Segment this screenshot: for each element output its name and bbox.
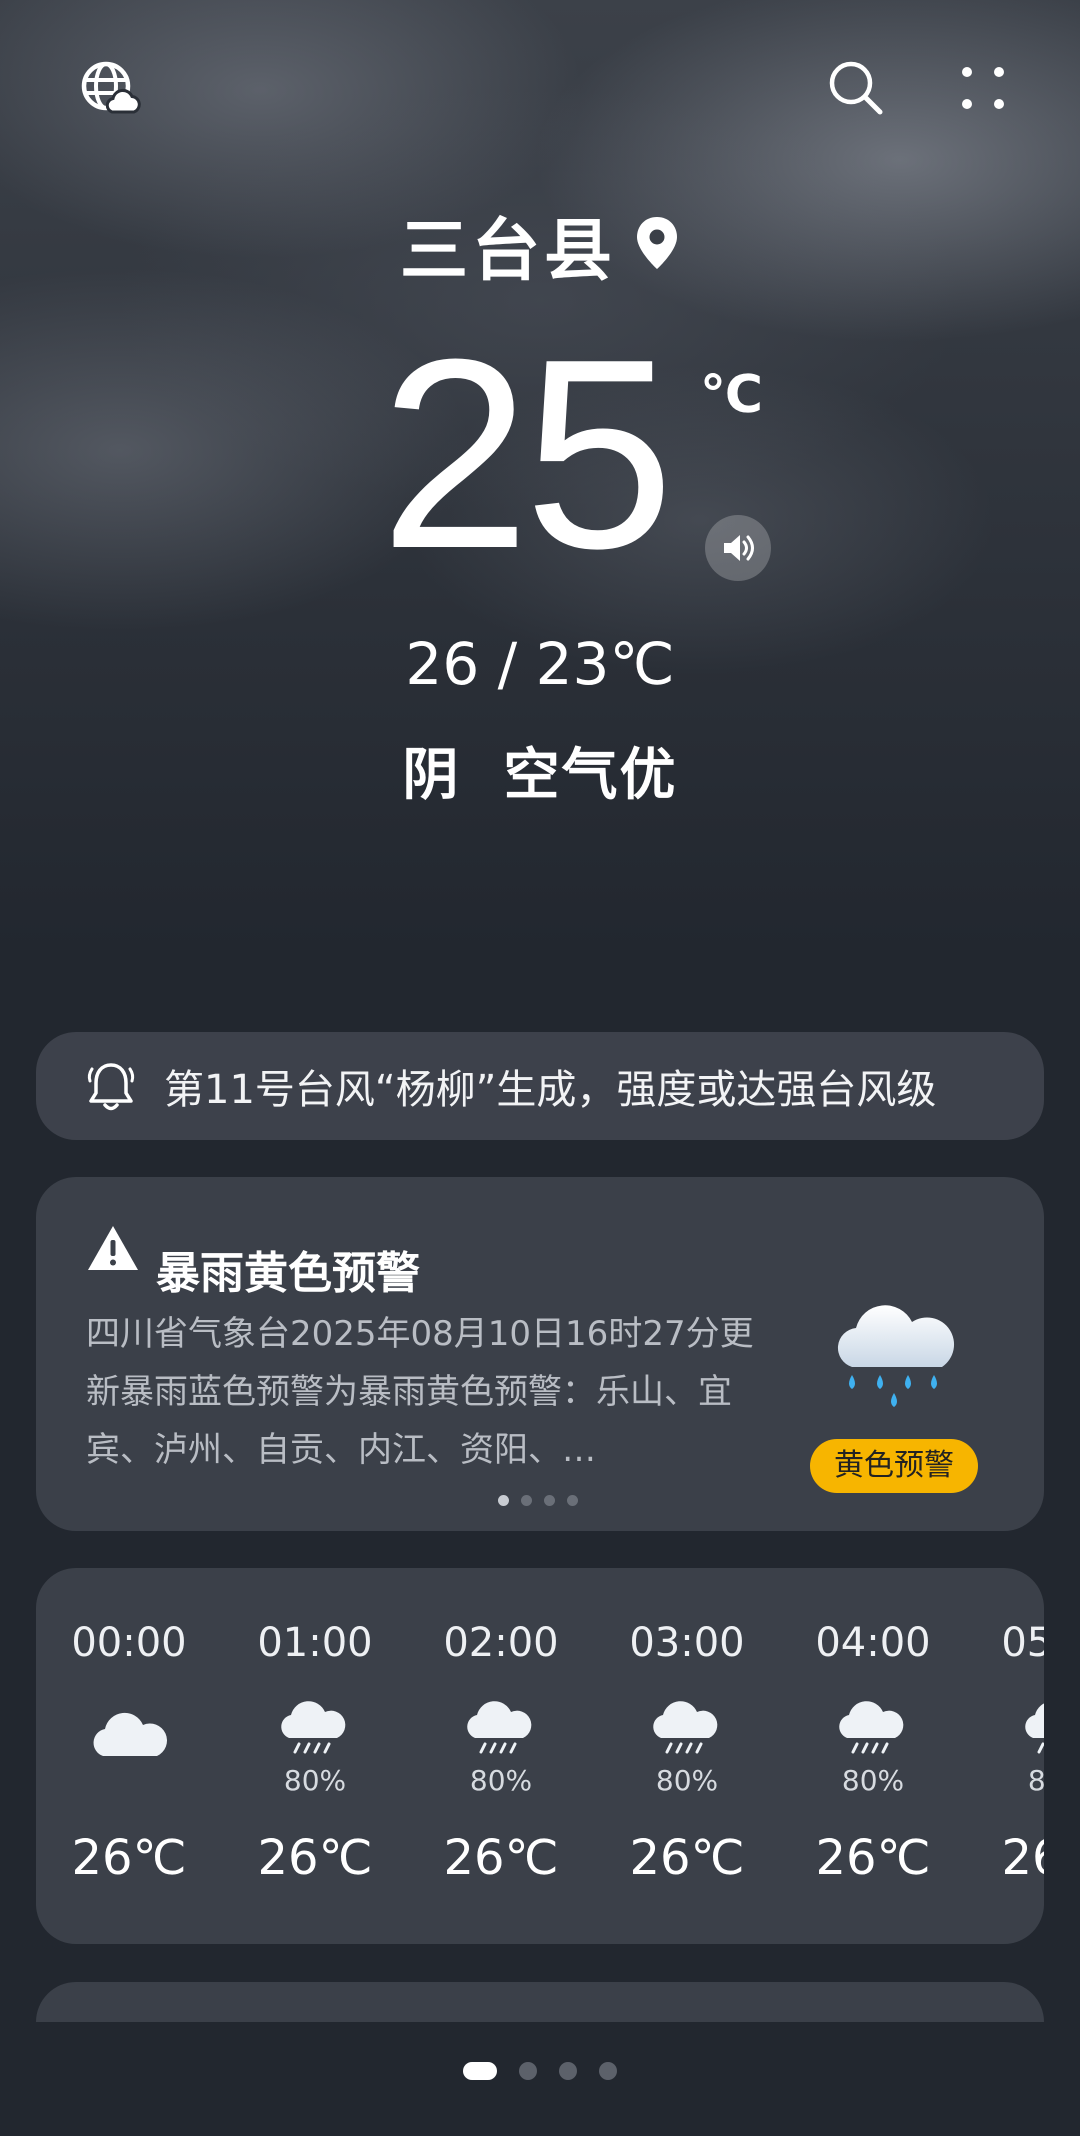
city-name: 三台县 <box>399 212 616 291</box>
hour-precipitation: 80% <box>1027 1764 1044 1797</box>
page-dot <box>544 1495 555 1506</box>
temperature-unit: ℃ <box>700 365 763 425</box>
page-indicator-dot <box>599 2062 617 2080</box>
warning-level-badge: 黄色预警 <box>810 1439 978 1493</box>
page-indicator-dot <box>519 2062 537 2080</box>
hour-time: 04:00 <box>815 1620 931 1666</box>
hour-temperature: 26℃ <box>815 1830 931 1886</box>
hour-precipitation: 80% <box>469 1764 533 1797</box>
location-pin-icon <box>634 215 680 275</box>
hour-temperature: 26℃ <box>71 1830 187 1886</box>
bell-icon <box>86 1059 136 1113</box>
hour-time: 01:00 <box>257 1620 373 1666</box>
more-grid-icon[interactable] <box>945 50 1021 126</box>
temperature-range: 26 / 23℃ <box>405 630 675 698</box>
hour-temperature: 26℃ <box>443 1830 559 1886</box>
news-ticker[interactable]: 第11号台风“杨柳”生成，强度或达强台风级 <box>36 1032 1044 1140</box>
hourly-item[interactable]: 05:00 80% 26℃ <box>966 1568 1044 1944</box>
rain-icon <box>833 1698 913 1768</box>
hour-time: 03:00 <box>629 1620 745 1666</box>
page-dot <box>521 1495 532 1506</box>
hourly-item[interactable]: 00:00 26℃ <box>36 1568 222 1944</box>
weather-condition: 阴 空气优 <box>402 743 678 808</box>
hourly-item[interactable]: 02:00 80% 26℃ <box>408 1568 594 1944</box>
page-dot <box>567 1495 578 1506</box>
news-text: 第11号台风“杨柳”生成，强度或达强台风级 <box>164 1067 937 1113</box>
page-indicator-dot <box>559 2062 577 2080</box>
rain-icon <box>647 1698 727 1768</box>
hour-temperature: 26℃ <box>629 1830 745 1886</box>
next-card-partial <box>36 1982 1044 2022</box>
warning-description: 四川省气象台2025年08月10日16时27分更新暴雨蓝色预警为暴雨黄色预警：乐… <box>86 1314 754 1470</box>
location-header[interactable]: 三台县 <box>0 195 1080 294</box>
rain-icon <box>275 1698 355 1768</box>
hourly-item[interactable]: 03:00 80% 26℃ <box>594 1568 780 1944</box>
hour-time: 00:00 <box>71 1620 187 1666</box>
hour-precipitation: 80% <box>841 1764 905 1797</box>
globe-cloud-icon[interactable] <box>72 50 148 126</box>
warning-title: 暴雨黄色预警 <box>156 1248 420 1299</box>
speaker-icon[interactable] <box>705 515 771 581</box>
page-indicator-dot <box>463 2062 497 2080</box>
hour-precipitation: 80% <box>283 1764 347 1797</box>
page-dot <box>498 1495 509 1506</box>
heavy-rain-icon <box>830 1295 960 1419</box>
rain-icon <box>461 1698 541 1768</box>
current-temperature: 25 <box>380 304 674 605</box>
cloudy-icon <box>89 1698 169 1768</box>
hourly-item[interactable]: 01:00 80% 26℃ <box>222 1568 408 1944</box>
rain-icon <box>1019 1698 1044 1768</box>
hour-precipitation: 80% <box>655 1764 719 1797</box>
search-icon[interactable] <box>818 50 894 126</box>
hourly-forecast-card[interactable]: 00:00 26℃ 01:00 80% 26℃ 02:00 80% 26℃ 03… <box>36 1568 1044 1944</box>
warning-triangle-icon <box>86 1223 140 1277</box>
page-indicator[interactable] <box>0 2062 1080 2080</box>
warning-page-dots <box>498 1495 578 1506</box>
hour-time: 05:00 <box>1001 1620 1044 1666</box>
hour-temperature: 26℃ <box>257 1830 373 1886</box>
hour-time: 02:00 <box>443 1620 559 1666</box>
weather-warning-card[interactable]: 暴雨黄色预警 四川省气象台2025年08月10日16时27分更新暴雨蓝色预警为暴… <box>36 1177 1044 1531</box>
hourly-item[interactable]: 04:00 80% 26℃ <box>780 1568 966 1944</box>
hour-temperature: 26℃ <box>1001 1830 1045 1886</box>
